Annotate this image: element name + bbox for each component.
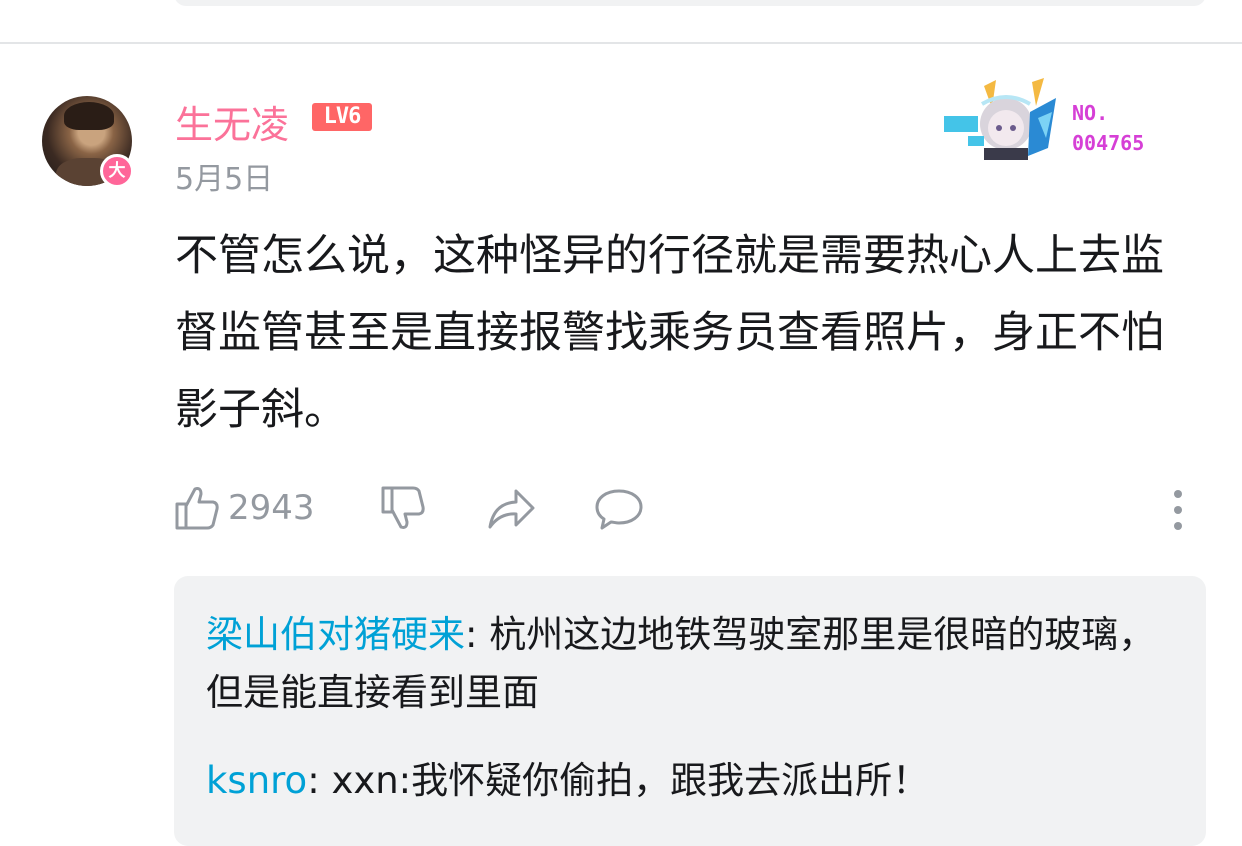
comment-action-bar: 2943 [174, 480, 1204, 536]
like-button[interactable]: 2943 [174, 480, 315, 536]
thumbs-up-icon [175, 487, 219, 530]
comment-username[interactable]: 生无凌 [175, 94, 289, 149]
reply-username[interactable]: 梁山伯对猪硬来 [206, 613, 465, 656]
dislike-button[interactable] [380, 480, 426, 536]
more-icon [1174, 490, 1182, 530]
share-icon [488, 489, 535, 529]
more-options-button[interactable] [1170, 480, 1186, 536]
previous-reply-box [174, 0, 1206, 6]
reply-separator: : [465, 613, 490, 656]
like-count: 2943 [228, 488, 315, 528]
share-button[interactable] [486, 480, 536, 536]
level-badge: LV6 [312, 103, 372, 131]
reply-list: 梁山伯对猪硬来: 杭州这边地铁驾驶室那里是很暗的玻璃，但是能直接看到里面 ksn… [174, 576, 1206, 846]
comment-divider [0, 42, 1242, 44]
reply-separator: : [307, 759, 332, 802]
reply-item[interactable]: ksnro: xxn:我怀疑你偷拍，跟我去派出所！ [206, 752, 1166, 810]
reply-item[interactable]: 梁山伯对猪硬来: 杭州这边地铁驾驶室那里是很暗的玻璃，但是能直接看到里面 [206, 606, 1166, 722]
reply-username[interactable]: ksnro [206, 759, 307, 802]
reply-button[interactable] [594, 480, 644, 536]
decoration-number: NO. 004765 [1072, 101, 1145, 155]
thumbs-down-icon [381, 486, 425, 529]
fan-decoration-card[interactable]: NO. 004765 [944, 78, 1174, 168]
reply-text: xxn:我怀疑你偷拍，跟我去派出所！ [331, 759, 930, 802]
comment-date: 5月5日 [175, 162, 274, 197]
anime-character-icon [944, 78, 1056, 160]
comment-text: 不管怎么说，这种怪异的行径就是需要热心人上去监督监管甚至是直接报警找乘务员查看照… [175, 231, 1164, 435]
reply-icon [595, 489, 643, 530]
vip-badge: 大 [100, 154, 134, 188]
